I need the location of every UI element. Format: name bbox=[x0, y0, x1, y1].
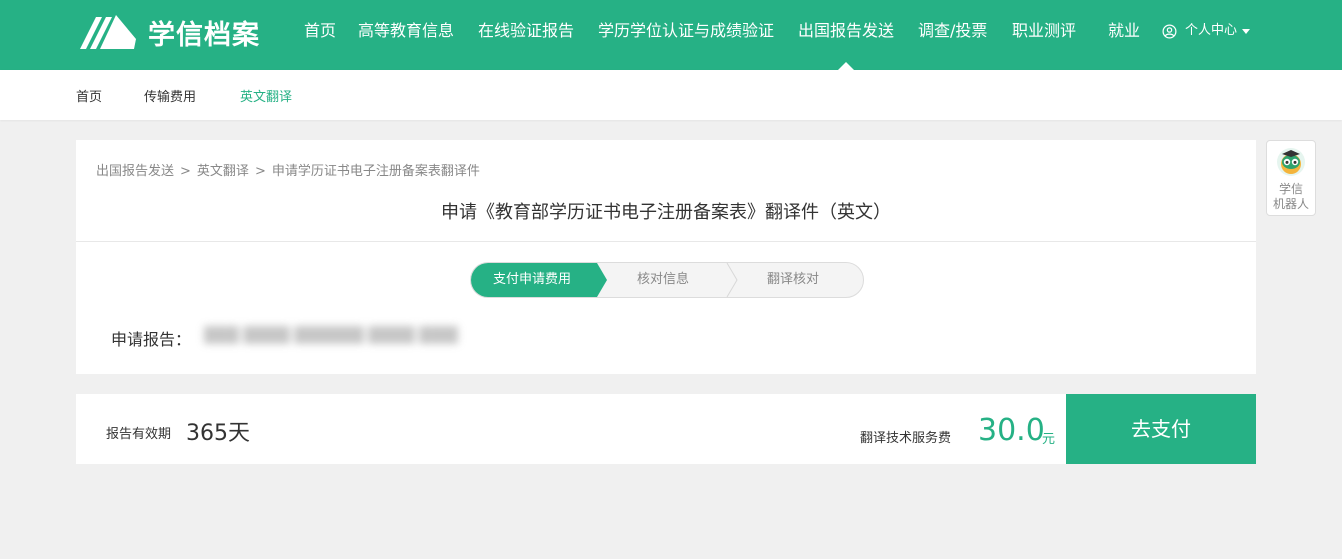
breadcrumb-item-english-translation[interactable]: 英文翻译 bbox=[197, 164, 249, 179]
nav-career-assessment[interactable]: 职业测评 bbox=[1012, 19, 1076, 43]
robot-icon bbox=[1277, 148, 1305, 176]
user-center-menu[interactable]: 个人中心 bbox=[1162, 19, 1251, 43]
sub-nav-bar: 首页 传输费用 英文翻译 bbox=[0, 70, 1342, 120]
logo[interactable]: 学信档案 bbox=[76, 12, 260, 52]
assistant-robot-widget[interactable]: 学信 机器人 bbox=[1266, 140, 1316, 216]
divider bbox=[76, 241, 1256, 242]
application-report-value: ███ ████ ██████ ████ ████ bbox=[204, 326, 458, 344]
nav-degree-certification[interactable]: 学历学位认证与成绩验证 bbox=[598, 19, 774, 43]
payment-bar: 报告有效期 365天 翻译技术服务费 30.0 元 去支付 bbox=[76, 394, 1256, 464]
pay-button[interactable]: 去支付 bbox=[1066, 394, 1256, 464]
nav-employment[interactable]: 就业 bbox=[1108, 19, 1140, 43]
breadcrumb-item-current: 申请学历证书电子注册备案表翻译件 bbox=[271, 164, 480, 179]
active-nav-indicator bbox=[838, 62, 854, 70]
progress-steps: 支付申请费用 核对信息 翻译核对 bbox=[470, 262, 864, 298]
validity-label: 报告有效期 bbox=[106, 427, 172, 442]
user-icon bbox=[1162, 24, 1177, 38]
application-report-label: 申请报告： bbox=[111, 330, 192, 349]
breadcrumb-separator: > bbox=[254, 164, 266, 179]
service-fee-amount: 30.0 bbox=[978, 413, 1045, 448]
breadcrumb-item-overseas-report[interactable]: 出国报告发送 bbox=[96, 164, 174, 179]
subnav-transfer-fee[interactable]: 传输费用 bbox=[144, 86, 196, 105]
breadcrumb-separator: > bbox=[180, 164, 191, 179]
user-center-label: 个人中心 bbox=[1185, 23, 1238, 38]
application-card: 出国报告发送 > 英文翻译 > 申请学历证书电子注册备案表翻译件 申请《教育部学历证书电… bbox=[76, 140, 1256, 374]
nav-survey-vote[interactable]: 调查/投票 bbox=[918, 19, 987, 43]
subnav-english-translation[interactable]: 英文翻译 bbox=[240, 86, 292, 105]
step-pay-fee: 支付申请费用 bbox=[493, 272, 572, 287]
logo-text: 学信档案 bbox=[148, 19, 260, 51]
service-fee-unit: 元 bbox=[1042, 432, 1056, 447]
subnav-home[interactable]: 首页 bbox=[76, 86, 102, 105]
top-nav-bar: 学信档案 首页 高等教育信息 在线验证报告 学历学位认证与成绩验证 出国报告发送… bbox=[0, 0, 1342, 70]
page-title: 申请《教育部学历证书电子注册备案表》翻译件（英文） bbox=[441, 202, 891, 223]
breadcrumb: 出国报告发送 > 英文翻译 > 申请学历证书电子注册备案表翻译件 bbox=[96, 160, 480, 179]
nav-online-verification-report[interactable]: 在线验证报告 bbox=[478, 19, 574, 43]
nav-higher-education-info[interactable]: 高等教育信息 bbox=[358, 19, 454, 43]
chevron-down-icon bbox=[1242, 28, 1251, 34]
nav-overseas-report-sending[interactable]: 出国报告发送 bbox=[798, 19, 894, 43]
validity-value: 365天 bbox=[186, 421, 250, 446]
step-translation-check: 翻译核对 bbox=[767, 272, 820, 287]
service-fee-label: 翻译技术服务费 bbox=[860, 431, 952, 446]
nav-home[interactable]: 首页 bbox=[304, 19, 336, 43]
robot-label: 学信 机器人 bbox=[1272, 182, 1309, 211]
step-verify-info: 核对信息 bbox=[637, 272, 690, 287]
logo-icon bbox=[80, 15, 136, 49]
